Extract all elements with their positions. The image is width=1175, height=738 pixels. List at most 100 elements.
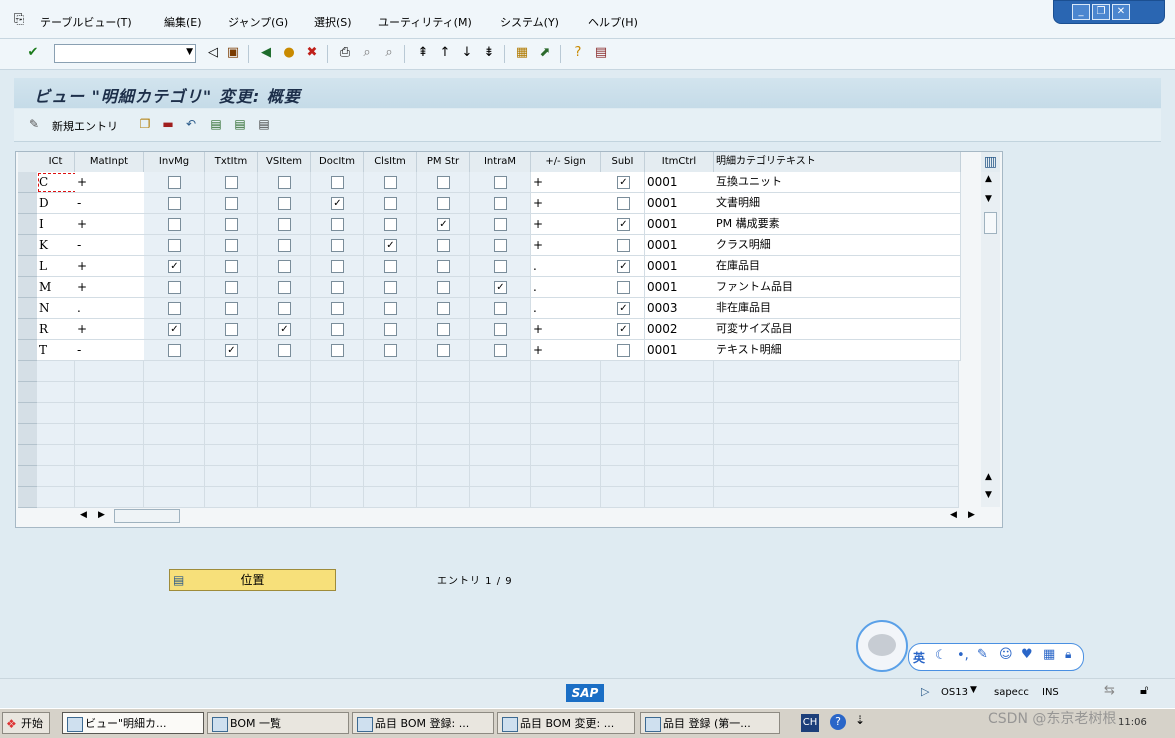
checkbox-vsitem[interactable] [278,281,291,294]
pencil-icon[interactable]: ✎ [26,116,42,132]
checkbox-invmg[interactable] [168,344,181,357]
checkbox-vsitem[interactable] [278,239,291,252]
cell-itmctrl[interactable]: 0002 [645,319,716,340]
column-header[interactable]: ItmCtrl [645,152,714,173]
smiley-icon[interactable]: ☺ [999,647,1013,662]
close-icon[interactable]: ✕ [1112,4,1130,20]
scroll-down-icon[interactable]: ▼ [985,490,992,500]
checkbox-docitm[interactable] [331,323,344,336]
status-expand-icon[interactable]: ▷ [921,685,929,698]
row-selector[interactable] [18,235,38,256]
checkbox-intram[interactable] [494,302,507,315]
checkbox-docitm[interactable] [331,281,344,294]
cell-sign[interactable]: + [531,172,603,193]
checkbox-vsitem[interactable] [278,176,291,189]
undo-change-icon[interactable]: ↶ [183,116,199,132]
new-entries-button[interactable]: 新規エントリ [52,118,118,134]
checkbox-docitm[interactable] [331,344,344,357]
start-button[interactable]: ❖ 开始 [2,712,50,734]
print-icon[interactable]: ⎙ [336,44,354,62]
column-header[interactable]: VSItem [258,152,311,173]
checkbox-intram[interactable] [494,239,507,252]
find-next-icon[interactable]: ⌕ [380,44,398,62]
checkbox-pmstr[interactable] [437,176,450,189]
exit-icon[interactable]: ● [280,44,298,62]
cell-sign[interactable]: + [531,193,603,214]
lock-icon[interactable]: 🔓︎ [1140,683,1148,698]
menu-help[interactable]: ヘルプ(H) [588,14,638,30]
checkbox-docitm[interactable] [331,302,344,315]
checkbox-clsitm[interactable] [384,176,397,189]
scroll-left-icon[interactable]: ◀ [950,510,957,520]
row-selector[interactable] [18,256,38,277]
save-icon[interactable]: ▣ [224,44,242,62]
cell-sign[interactable]: . [531,256,603,277]
row-selector[interactable] [18,277,38,298]
row-selector[interactable] [18,319,38,340]
row-selector[interactable] [18,298,38,319]
checkbox-pmstr[interactable] [437,323,450,336]
cell-matinpt[interactable]: . [75,298,146,319]
select-all-icon[interactable]: ▤ [208,116,224,132]
cell-itmctrl[interactable]: 0001 [645,340,716,361]
column-header[interactable]: ICt [37,152,75,173]
task-bom-list[interactable]: BOM 一覧 [207,712,349,734]
cell-matinpt[interactable]: + [75,172,146,193]
checkbox-docitm[interactable] [331,260,344,273]
checkbox-invmg[interactable] [168,302,181,315]
chevron-down-icon[interactable]: ▼ [970,685,977,695]
checkbox-clsitm[interactable] [384,197,397,210]
ime-language[interactable]: 英 [913,649,925,666]
column-header[interactable]: DocItm [311,152,364,173]
checkbox-pmstr[interactable] [437,260,450,273]
previous-page-icon[interactable]: ↑ [436,44,454,62]
cell-matinpt[interactable]: + [75,319,146,340]
delete-icon[interactable]: ▬ [160,116,176,132]
back-icon[interactable]: ◀ [257,44,275,62]
checkbox-invmg[interactable] [168,281,181,294]
checkbox-invmg[interactable]: ✓ [168,260,181,273]
cell-itmctrl[interactable]: 0001 [645,277,716,298]
help-icon[interactable]: ? [830,714,846,730]
new-session-icon[interactable]: ▦ [513,44,531,62]
checkbox-subi[interactable] [617,239,630,252]
checkbox-docitm[interactable] [331,176,344,189]
checkbox-vsitem[interactable] [278,197,291,210]
select-all-header[interactable] [18,152,38,173]
scroll-thumb[interactable] [114,509,180,523]
find-icon[interactable]: ⌕ [358,44,376,62]
checkbox-intram[interactable] [494,344,507,357]
task-view-item-category[interactable]: ビュー"明細カ... [62,712,204,734]
chevron-down-icon[interactable]: ▼ [186,47,193,57]
checkbox-txtitm[interactable]: ✓ [225,344,238,357]
checkbox-txtitm[interactable] [225,302,238,315]
row-selector[interactable] [18,340,38,361]
column-header[interactable]: ClsItm [364,152,417,173]
checkbox-subi[interactable] [617,281,630,294]
scroll-down-icon[interactable]: ▼ [985,194,992,204]
checkbox-txtitm[interactable] [225,218,238,231]
checkbox-vsitem[interactable] [278,344,291,357]
task-bom-create[interactable]: 品目 BOM 登録: ... [352,712,494,734]
menu-select[interactable]: 選択(S) [314,14,352,30]
checkbox-pmstr[interactable] [437,344,450,357]
next-page-icon[interactable]: ↓ [458,44,476,62]
select-block-icon[interactable]: ▤ [232,116,248,132]
cell-sign[interactable]: + [531,340,603,361]
row-selector[interactable] [18,214,38,235]
horizontal-scrollbar[interactable]: ◀ ▶ ◀ ▶ [76,508,976,525]
checkbox-intram[interactable] [494,218,507,231]
checkbox-subi[interactable]: ✓ [617,323,630,336]
column-header[interactable]: InvMg [144,152,205,173]
copy-as-icon[interactable]: ❐ [137,116,153,132]
checkbox-clsitm[interactable] [384,260,397,273]
skin-icon[interactable]: ♥ [1021,647,1033,662]
checkbox-txtitm[interactable] [225,323,238,336]
first-page-icon[interactable]: ⇞ [414,44,432,62]
language-indicator[interactable]: CH [801,714,819,732]
checkbox-clsitm[interactable] [384,218,397,231]
checkbox-clsitm[interactable] [384,344,397,357]
checkbox-subi[interactable] [617,197,630,210]
task-material-create[interactable]: 品目 登録 (第一... [640,712,780,734]
ime-avatar-icon[interactable] [856,620,908,672]
